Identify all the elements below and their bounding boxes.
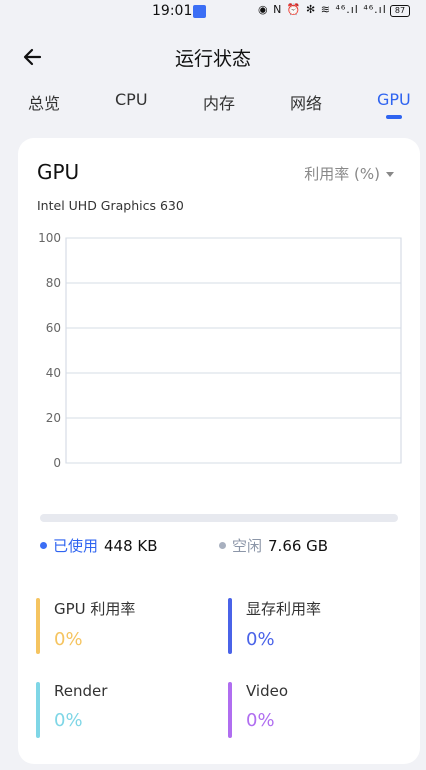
status-icons: ◉ N ⏰ ✻ ≋ ⁴⁶.ıl ⁴⁶.ıl (258, 3, 387, 16)
stat-value: 0% (54, 629, 83, 650)
legend-used: 已使用 448 KB (40, 535, 158, 556)
stat-label: Video (246, 682, 289, 700)
caret-down-icon (386, 172, 394, 177)
tab-memory[interactable]: 内存 (203, 90, 235, 114)
chart-y-tick-label: 20 (46, 411, 61, 425)
memory-usage-bar (40, 514, 398, 522)
stat-value: 0% (54, 710, 83, 731)
legend-used-value: 448 KB (104, 537, 158, 555)
tab-bar: 总览 CPU 内存 网络 GPU (0, 90, 426, 122)
metric-dropdown-label: 利用率 (%) (304, 165, 380, 183)
legend-free: 空闲 7.66 GB (219, 535, 328, 556)
stat-accent-bar (36, 682, 40, 738)
stat-accent-bar (36, 598, 40, 654)
chart-y-tick-label: 0 (53, 456, 61, 470)
status-time: 19:01 (152, 3, 193, 19)
stat-accent-bar (228, 598, 232, 654)
stat-label: Render (54, 682, 108, 700)
battery-icon: 87 (390, 5, 410, 17)
stat-value: 0% (246, 629, 275, 650)
app-header: 运行状态 (0, 40, 426, 76)
tab-active-indicator (386, 115, 402, 119)
tab-overview[interactable]: 总览 (28, 90, 60, 114)
chart-y-tick-label: 40 (46, 366, 61, 380)
legend-free-dot-icon (219, 542, 226, 549)
chart-y-tick-label: 80 (46, 276, 61, 290)
stat-label: 显存利用率 (246, 600, 322, 618)
page-title: 运行状态 (174, 48, 251, 70)
chart-plot-area (65, 237, 402, 464)
gpu-card: GPU 利用率 (%) Intel UHD Graphics 630 100 80… (18, 138, 420, 764)
metric-dropdown[interactable]: 利用率 (%) (304, 163, 394, 184)
gpu-model-name: Intel UHD Graphics 630 (37, 198, 184, 213)
legend-free-value: 7.66 GB (268, 537, 329, 555)
card-title: GPU (37, 160, 80, 184)
legend-used-label: 已使用 (53, 537, 99, 555)
tab-cpu[interactable]: CPU (115, 90, 148, 109)
stat-render: Render 0% (36, 682, 186, 738)
usage-chart: 100 80 60 40 20 0 (38, 231, 402, 470)
stat-video: Video 0% (228, 682, 378, 738)
stat-gpu-utilization: GPU 利用率 0% (36, 598, 186, 654)
stat-accent-bar (228, 682, 232, 738)
chart-y-tick-label: 60 (46, 321, 61, 335)
legend-free-label: 空闲 (232, 537, 263, 555)
stat-label: GPU 利用率 (54, 600, 136, 618)
legend-used-dot-icon (40, 542, 47, 549)
stat-value: 0% (246, 710, 275, 731)
tab-gpu[interactable]: GPU (377, 90, 411, 109)
stat-vram-utilization: 显存利用率 0% (228, 598, 378, 654)
tab-network[interactable]: 网络 (290, 90, 322, 114)
status-bar: 19:01 ◉ N ⏰ ✻ ≋ ⁴⁶.ıl ⁴⁶.ıl 87 (0, 0, 426, 26)
notification-icon (193, 5, 206, 18)
chart-y-tick-label: 100 (38, 231, 61, 245)
